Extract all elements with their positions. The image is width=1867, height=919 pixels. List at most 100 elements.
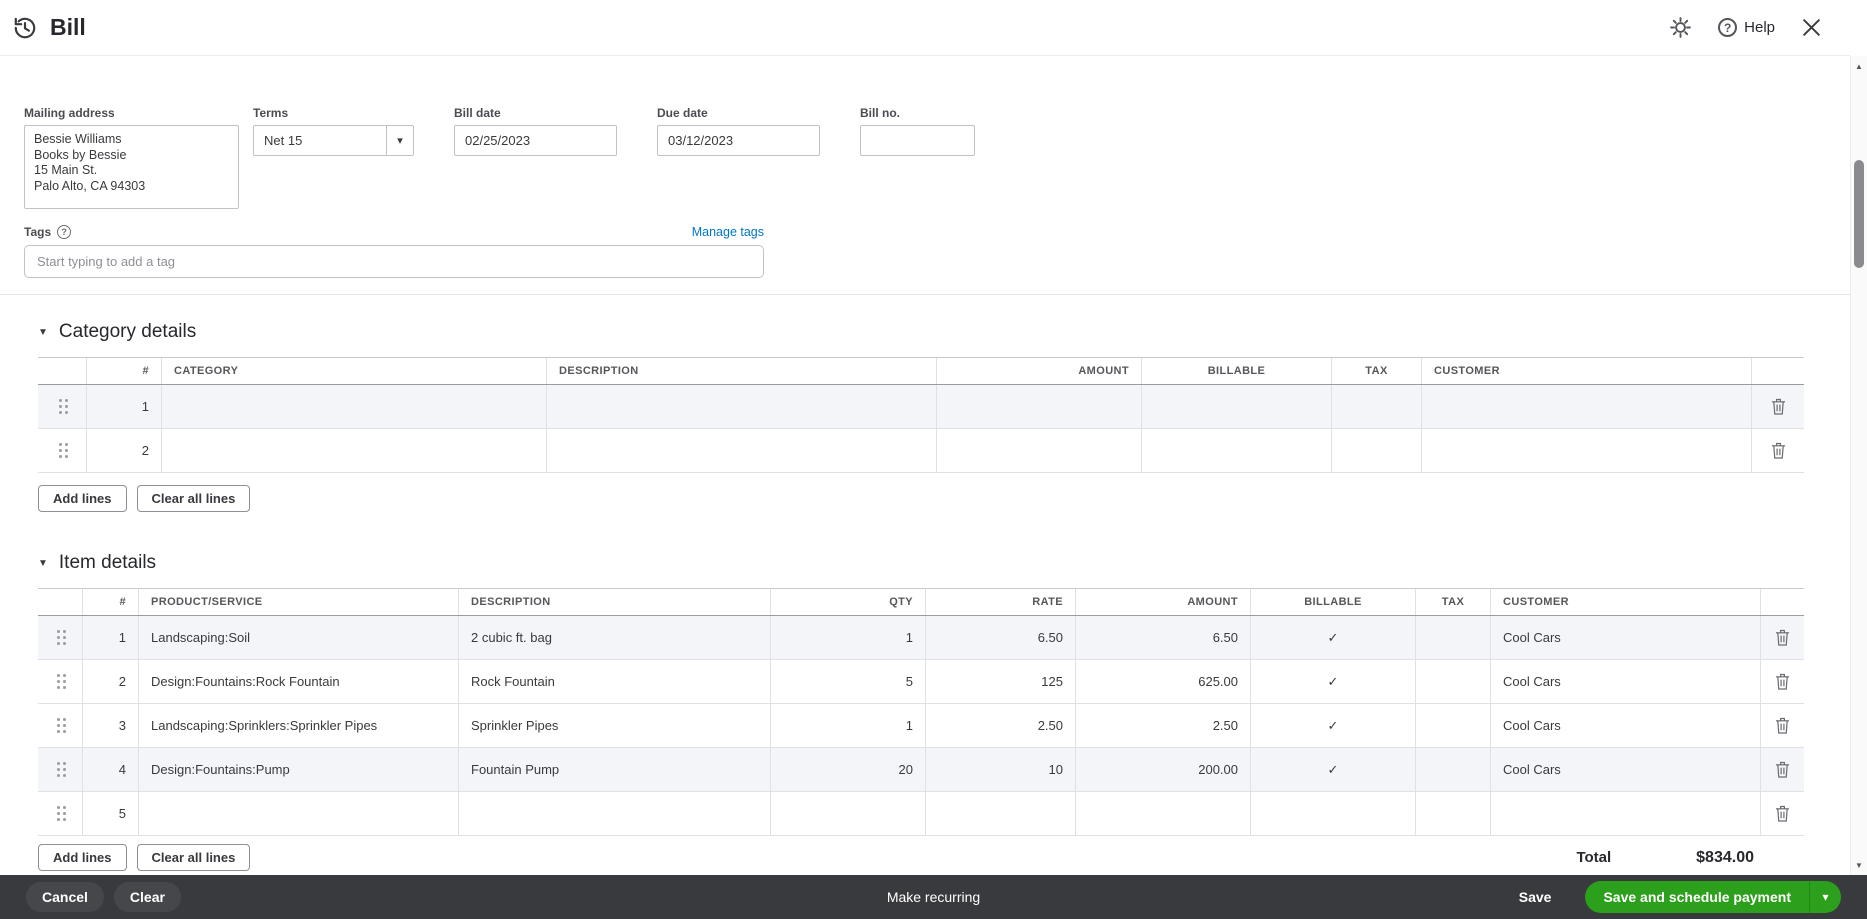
trash-icon[interactable] <box>1760 660 1804 703</box>
rate-cell[interactable]: 2.50 <box>925 704 1075 747</box>
category-table-header: # CATEGORY DESCRIPTION AMOUNT BILLABLE T… <box>38 357 1804 385</box>
drag-handle-icon[interactable] <box>38 660 82 703</box>
gear-icon[interactable] <box>1669 16 1692 39</box>
amount-cell[interactable] <box>936 385 1141 428</box>
tax-cell[interactable] <box>1415 616 1490 659</box>
qty-cell[interactable]: 20 <box>770 748 925 791</box>
rate-cell[interactable]: 125 <box>925 660 1075 703</box>
mailing-address-field[interactable]: Bessie Williams Books by Bessie 15 Main … <box>24 125 239 209</box>
customer-cell[interactable] <box>1490 792 1760 835</box>
category-cell[interactable] <box>161 385 546 428</box>
category-add-lines-button[interactable]: Add lines <box>38 485 127 512</box>
amount-cell[interactable] <box>936 429 1141 472</box>
customer-cell[interactable] <box>1421 385 1751 428</box>
description-cell[interactable]: Fountain Pump <box>458 748 770 791</box>
bill-date-input[interactable] <box>454 125 617 156</box>
drag-handle-icon[interactable] <box>38 748 82 791</box>
trash-icon[interactable] <box>1760 748 1804 791</box>
tax-cell[interactable] <box>1415 792 1490 835</box>
save-and-schedule-payment-button[interactable]: Save and schedule payment ▾ <box>1585 881 1841 913</box>
amount-cell[interactable]: 625.00 <box>1075 660 1250 703</box>
bill-no-input[interactable] <box>860 125 975 156</box>
customer-cell[interactable]: Cool Cars <box>1490 704 1760 747</box>
product-service-cell[interactable]: Landscaping:Soil <box>138 616 458 659</box>
row-num: 4 <box>82 748 138 791</box>
billable-checkbox[interactable]: ✓ <box>1250 616 1415 659</box>
drag-handle-icon[interactable] <box>38 792 82 835</box>
rate-cell[interactable] <box>925 792 1075 835</box>
item-clear-all-lines-button[interactable]: Clear all lines <box>136 844 251 871</box>
recent-transactions-icon[interactable] <box>12 15 38 41</box>
drag-handle-icon[interactable] <box>38 704 82 747</box>
qty-cell[interactable]: 1 <box>770 704 925 747</box>
amount-cell[interactable]: 200.00 <box>1075 748 1250 791</box>
manage-tags-link[interactable]: Manage tags <box>692 225 764 239</box>
terms-select[interactable]: Net 15 ▾ <box>253 125 414 156</box>
tags-section: Tags ? Manage tags <box>24 225 764 278</box>
trash-icon[interactable] <box>1760 704 1804 747</box>
description-cell[interactable] <box>458 792 770 835</box>
due-date-input[interactable] <box>657 125 820 156</box>
billable-checkbox[interactable]: ✓ <box>1250 660 1415 703</box>
help-button[interactable]: ? Help <box>1718 18 1775 37</box>
tax-cell[interactable] <box>1415 704 1490 747</box>
item-add-lines-button[interactable]: Add lines <box>38 844 127 871</box>
product-service-cell[interactable] <box>138 792 458 835</box>
scrollbar-thumb[interactable] <box>1854 160 1864 268</box>
amount-cell[interactable] <box>1075 792 1250 835</box>
billable-cell[interactable] <box>1141 429 1331 472</box>
customer-cell[interactable] <box>1421 429 1751 472</box>
tax-cell[interactable] <box>1415 660 1490 703</box>
product-service-cell[interactable]: Design:Fountains:Rock Fountain <box>138 660 458 703</box>
tags-input[interactable] <box>24 245 764 278</box>
drag-handle-icon[interactable] <box>38 385 86 428</box>
category-cell[interactable] <box>161 429 546 472</box>
description-cell[interactable] <box>546 429 936 472</box>
tax-cell[interactable] <box>1331 429 1421 472</box>
customer-cell[interactable]: Cool Cars <box>1490 748 1760 791</box>
amount-cell[interactable]: 6.50 <box>1075 616 1250 659</box>
customer-cell[interactable]: Cool Cars <box>1490 616 1760 659</box>
header-qty: QTY <box>770 589 925 615</box>
qty-cell[interactable]: 5 <box>770 660 925 703</box>
billable-checkbox[interactable]: ✓ <box>1250 748 1415 791</box>
billable-checkbox[interactable] <box>1250 792 1415 835</box>
qty-cell[interactable] <box>770 792 925 835</box>
qty-cell[interactable]: 1 <box>770 616 925 659</box>
rate-cell[interactable]: 10 <box>925 748 1075 791</box>
category-clear-all-lines-button[interactable]: Clear all lines <box>136 485 251 512</box>
amount-cell[interactable]: 2.50 <box>1075 704 1250 747</box>
tags-label: Tags <box>24 225 52 239</box>
make-recurring-button[interactable]: Make recurring <box>887 889 980 905</box>
cancel-button[interactable]: Cancel <box>26 882 104 912</box>
chevron-down-icon[interactable]: ▾ <box>386 126 413 155</box>
tax-cell[interactable] <box>1415 748 1490 791</box>
trash-icon[interactable] <box>1751 385 1804 428</box>
trash-icon[interactable] <box>1760 792 1804 835</box>
customer-cell[interactable]: Cool Cars <box>1490 660 1760 703</box>
billable-cell[interactable] <box>1141 385 1331 428</box>
rate-cell[interactable]: 6.50 <box>925 616 1075 659</box>
drag-handle-icon[interactable] <box>38 616 82 659</box>
trash-icon[interactable] <box>1751 429 1804 472</box>
vertical-scrollbar[interactable]: ▲ ▼ <box>1850 56 1867 875</box>
description-cell[interactable]: Rock Fountain <box>458 660 770 703</box>
description-cell[interactable]: Sprinkler Pipes <box>458 704 770 747</box>
description-cell[interactable] <box>546 385 936 428</box>
scroll-down-icon[interactable]: ▼ <box>1851 857 1867 873</box>
tax-cell[interactable] <box>1331 385 1421 428</box>
clear-button[interactable]: Clear <box>113 882 181 912</box>
product-service-cell[interactable]: Landscaping:Sprinklers:Sprinkler Pipes <box>138 704 458 747</box>
collapse-item-icon[interactable]: ▼ <box>38 558 48 569</box>
collapse-category-icon[interactable]: ▼ <box>38 327 48 338</box>
description-cell[interactable]: 2 cubic ft. bag <box>458 616 770 659</box>
scroll-up-icon[interactable]: ▲ <box>1851 58 1867 74</box>
trash-icon[interactable] <box>1760 616 1804 659</box>
chevron-down-icon[interactable]: ▾ <box>1809 881 1841 913</box>
close-icon[interactable] <box>1801 17 1822 38</box>
billable-checkbox[interactable]: ✓ <box>1250 704 1415 747</box>
tags-help-icon[interactable]: ? <box>57 225 72 239</box>
product-service-cell[interactable]: Design:Fountains:Pump <box>138 748 458 791</box>
drag-handle-icon[interactable] <box>38 429 86 472</box>
save-button[interactable]: Save <box>1503 882 1568 912</box>
